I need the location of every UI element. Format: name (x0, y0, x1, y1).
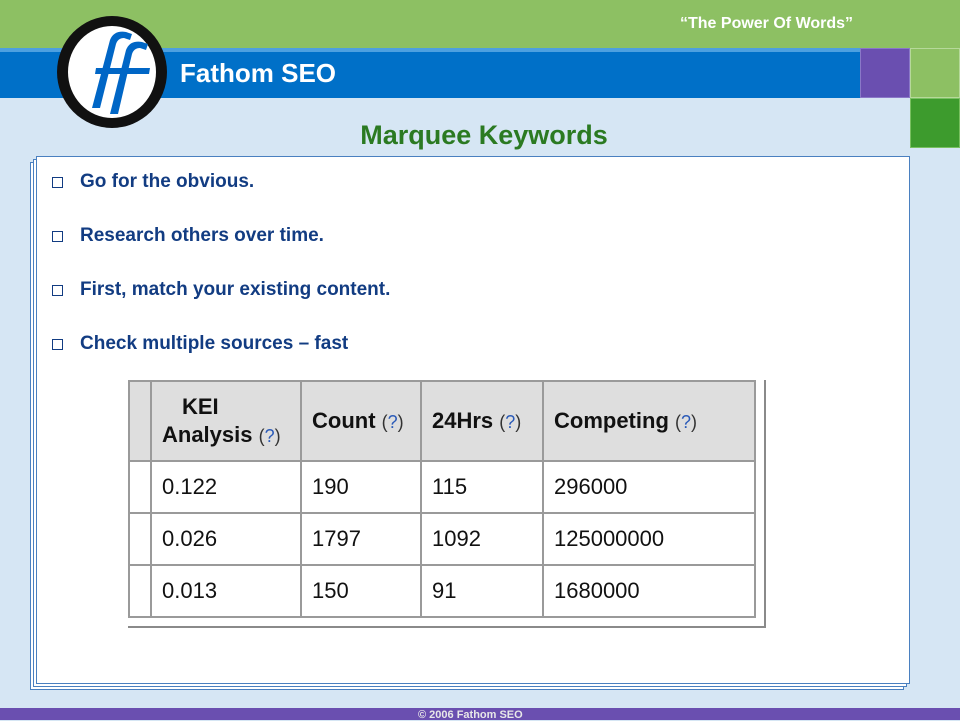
table-cell-competing: 125000000 (542, 512, 756, 566)
kei-table-screenshot: KEI Analysis (?) Count (?) 24Hrs (?) Com… (128, 380, 766, 628)
bullet-text: Go for the obvious. (80, 171, 255, 192)
table-cell-kei: 0.026 (150, 512, 302, 566)
help-icon[interactable]: ? (505, 412, 515, 432)
help-link[interactable]: (?) (382, 412, 404, 432)
fathom-logo-icon (57, 16, 167, 128)
table-cell-competing: 296000 (542, 460, 756, 514)
list-item: Research others over time. (50, 222, 390, 250)
square-bullet-icon (52, 230, 63, 242)
header-kei-label: KEI (182, 393, 219, 419)
table-cell-kei: 0.013 (150, 564, 302, 618)
table-cell-competing: 1680000 (542, 564, 756, 618)
table-cell-kei: 0.122 (150, 460, 302, 514)
help-link[interactable]: (?) (259, 426, 281, 446)
help-link[interactable]: (?) (499, 412, 521, 432)
table-cell-24hrs: 1092 (420, 512, 544, 566)
header-24hrs-label: 24Hrs (432, 408, 494, 433)
table-cell-count: 1797 (300, 512, 422, 566)
table-cell-count: 150 (300, 564, 422, 618)
table-cell-blank (128, 512, 152, 566)
square-bullet-icon (52, 176, 63, 188)
slide-title: Marquee Keywords (360, 120, 608, 150)
table-row: 0.122 190 115 296000 (128, 460, 756, 514)
table-row: 0.026 1797 1092 125000000 (128, 512, 756, 566)
header-count-label: Count (312, 408, 376, 433)
table-row: 0.013 150 91 1680000 (128, 564, 756, 618)
table-cell-24hrs: 115 (420, 460, 544, 514)
help-link[interactable]: (?) (675, 412, 697, 432)
header-count: Count (?) (300, 380, 422, 462)
bullet-list: Go for the obvious. Research others over… (50, 168, 390, 384)
header-competing-label: Competing (554, 408, 669, 433)
header-competing: Competing (?) (542, 380, 756, 462)
table-cell-blank (128, 564, 152, 618)
decor-square-purple (860, 48, 910, 98)
bullet-text: Research others over time. (80, 225, 324, 246)
square-bullet-icon (52, 338, 63, 350)
bullet-text: First, match your existing content. (80, 279, 391, 300)
table-cell-blank (128, 460, 152, 514)
help-icon[interactable]: ? (681, 412, 691, 432)
square-bullet-icon (52, 284, 63, 296)
kei-table: KEI Analysis (?) Count (?) 24Hrs (?) Com… (128, 380, 756, 618)
header-cell-blank (128, 380, 152, 462)
list-item: First, match your existing content. (50, 276, 390, 304)
tagline: “The Power Of Words” (680, 15, 854, 32)
table-cell-24hrs: 91 (420, 564, 544, 618)
decor-square-green (910, 48, 960, 98)
table-cell-count: 190 (300, 460, 422, 514)
help-icon[interactable]: ? (265, 426, 275, 446)
header-24hrs: 24Hrs (?) (420, 380, 544, 462)
brand-name: Fathom SEO (180, 58, 337, 88)
table-header-row: KEI Analysis (?) Count (?) 24Hrs (?) Com… (128, 380, 756, 462)
help-icon[interactable]: ? (388, 412, 398, 432)
bullet-text: Check multiple sources – fast (80, 333, 349, 354)
list-item: Go for the obvious. (50, 168, 390, 196)
list-item: Check multiple sources – fast (50, 330, 390, 358)
header-analysis-label: Analysis (162, 421, 253, 447)
header-kei-analysis: KEI Analysis (?) (150, 380, 302, 462)
copyright-text: © 2006 Fathom SEO (418, 709, 523, 721)
